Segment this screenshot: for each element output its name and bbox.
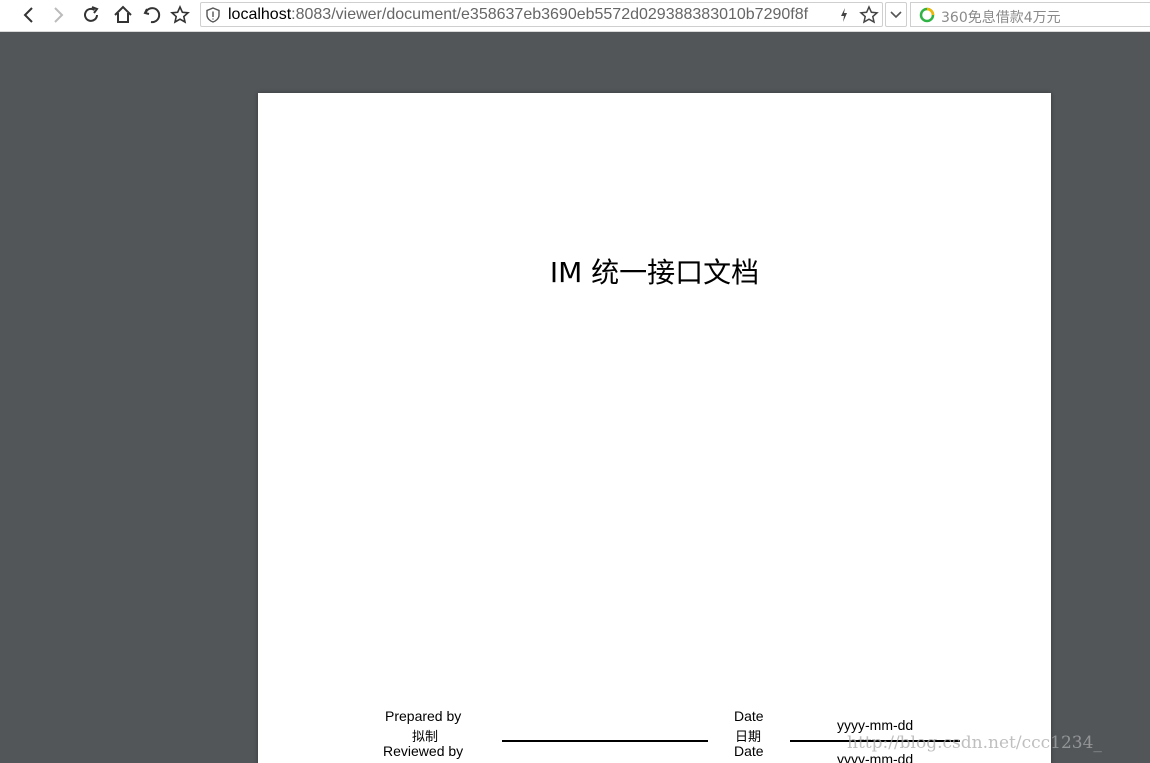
back-icon[interactable] [17,3,41,27]
reviewed-by-label: Reviewed by [383,743,464,759]
address-url[interactable]: localhost:8083/viewer/document/e358637eb… [228,6,832,24]
document-page: IM 统一接口文档 Prepared by 拟制 Reviewed by Dat… [258,93,1051,763]
chevron-down-icon [890,6,902,24]
undo-icon[interactable] [140,3,164,27]
browser-toolbar: localhost:8083/viewer/document/e358637eb… [0,0,1150,32]
shield-icon [205,7,221,28]
date-label: Date [734,708,764,724]
search-placeholder: 360免息借款4万元 [941,10,1061,26]
address-host: localhost [228,6,292,23]
address-bar[interactable]: localhost:8083/viewer/document/e358637eb… [200,2,883,27]
signature-line [502,740,708,742]
document-title: IM 统一接口文档 [549,256,760,289]
reload-icon[interactable] [79,3,103,27]
forward-icon[interactable] [46,3,70,27]
home-icon[interactable] [111,3,135,27]
search-box[interactable]: 360免息借款4万元 [910,2,1150,27]
prepared-by-label: Prepared by [385,708,462,724]
address-path: :8083/viewer/document/e358637eb3690eb557… [291,6,809,23]
address-dropdown-button[interactable] [885,2,907,27]
bookmark-star-icon[interactable] [168,3,192,27]
watermark-text: http://blog.csdn.net/ccc1234_ [847,733,1102,753]
date-value: yyyy-mm-dd [837,717,914,733]
favorite-star-icon[interactable] [859,5,879,30]
document-viewer[interactable]: IM 统一接口文档 Prepared by 拟制 Reviewed by Dat… [0,32,1150,763]
bolt-icon[interactable] [839,7,849,28]
date-label-2: Date [734,743,764,759]
search-logo-icon [919,7,935,28]
